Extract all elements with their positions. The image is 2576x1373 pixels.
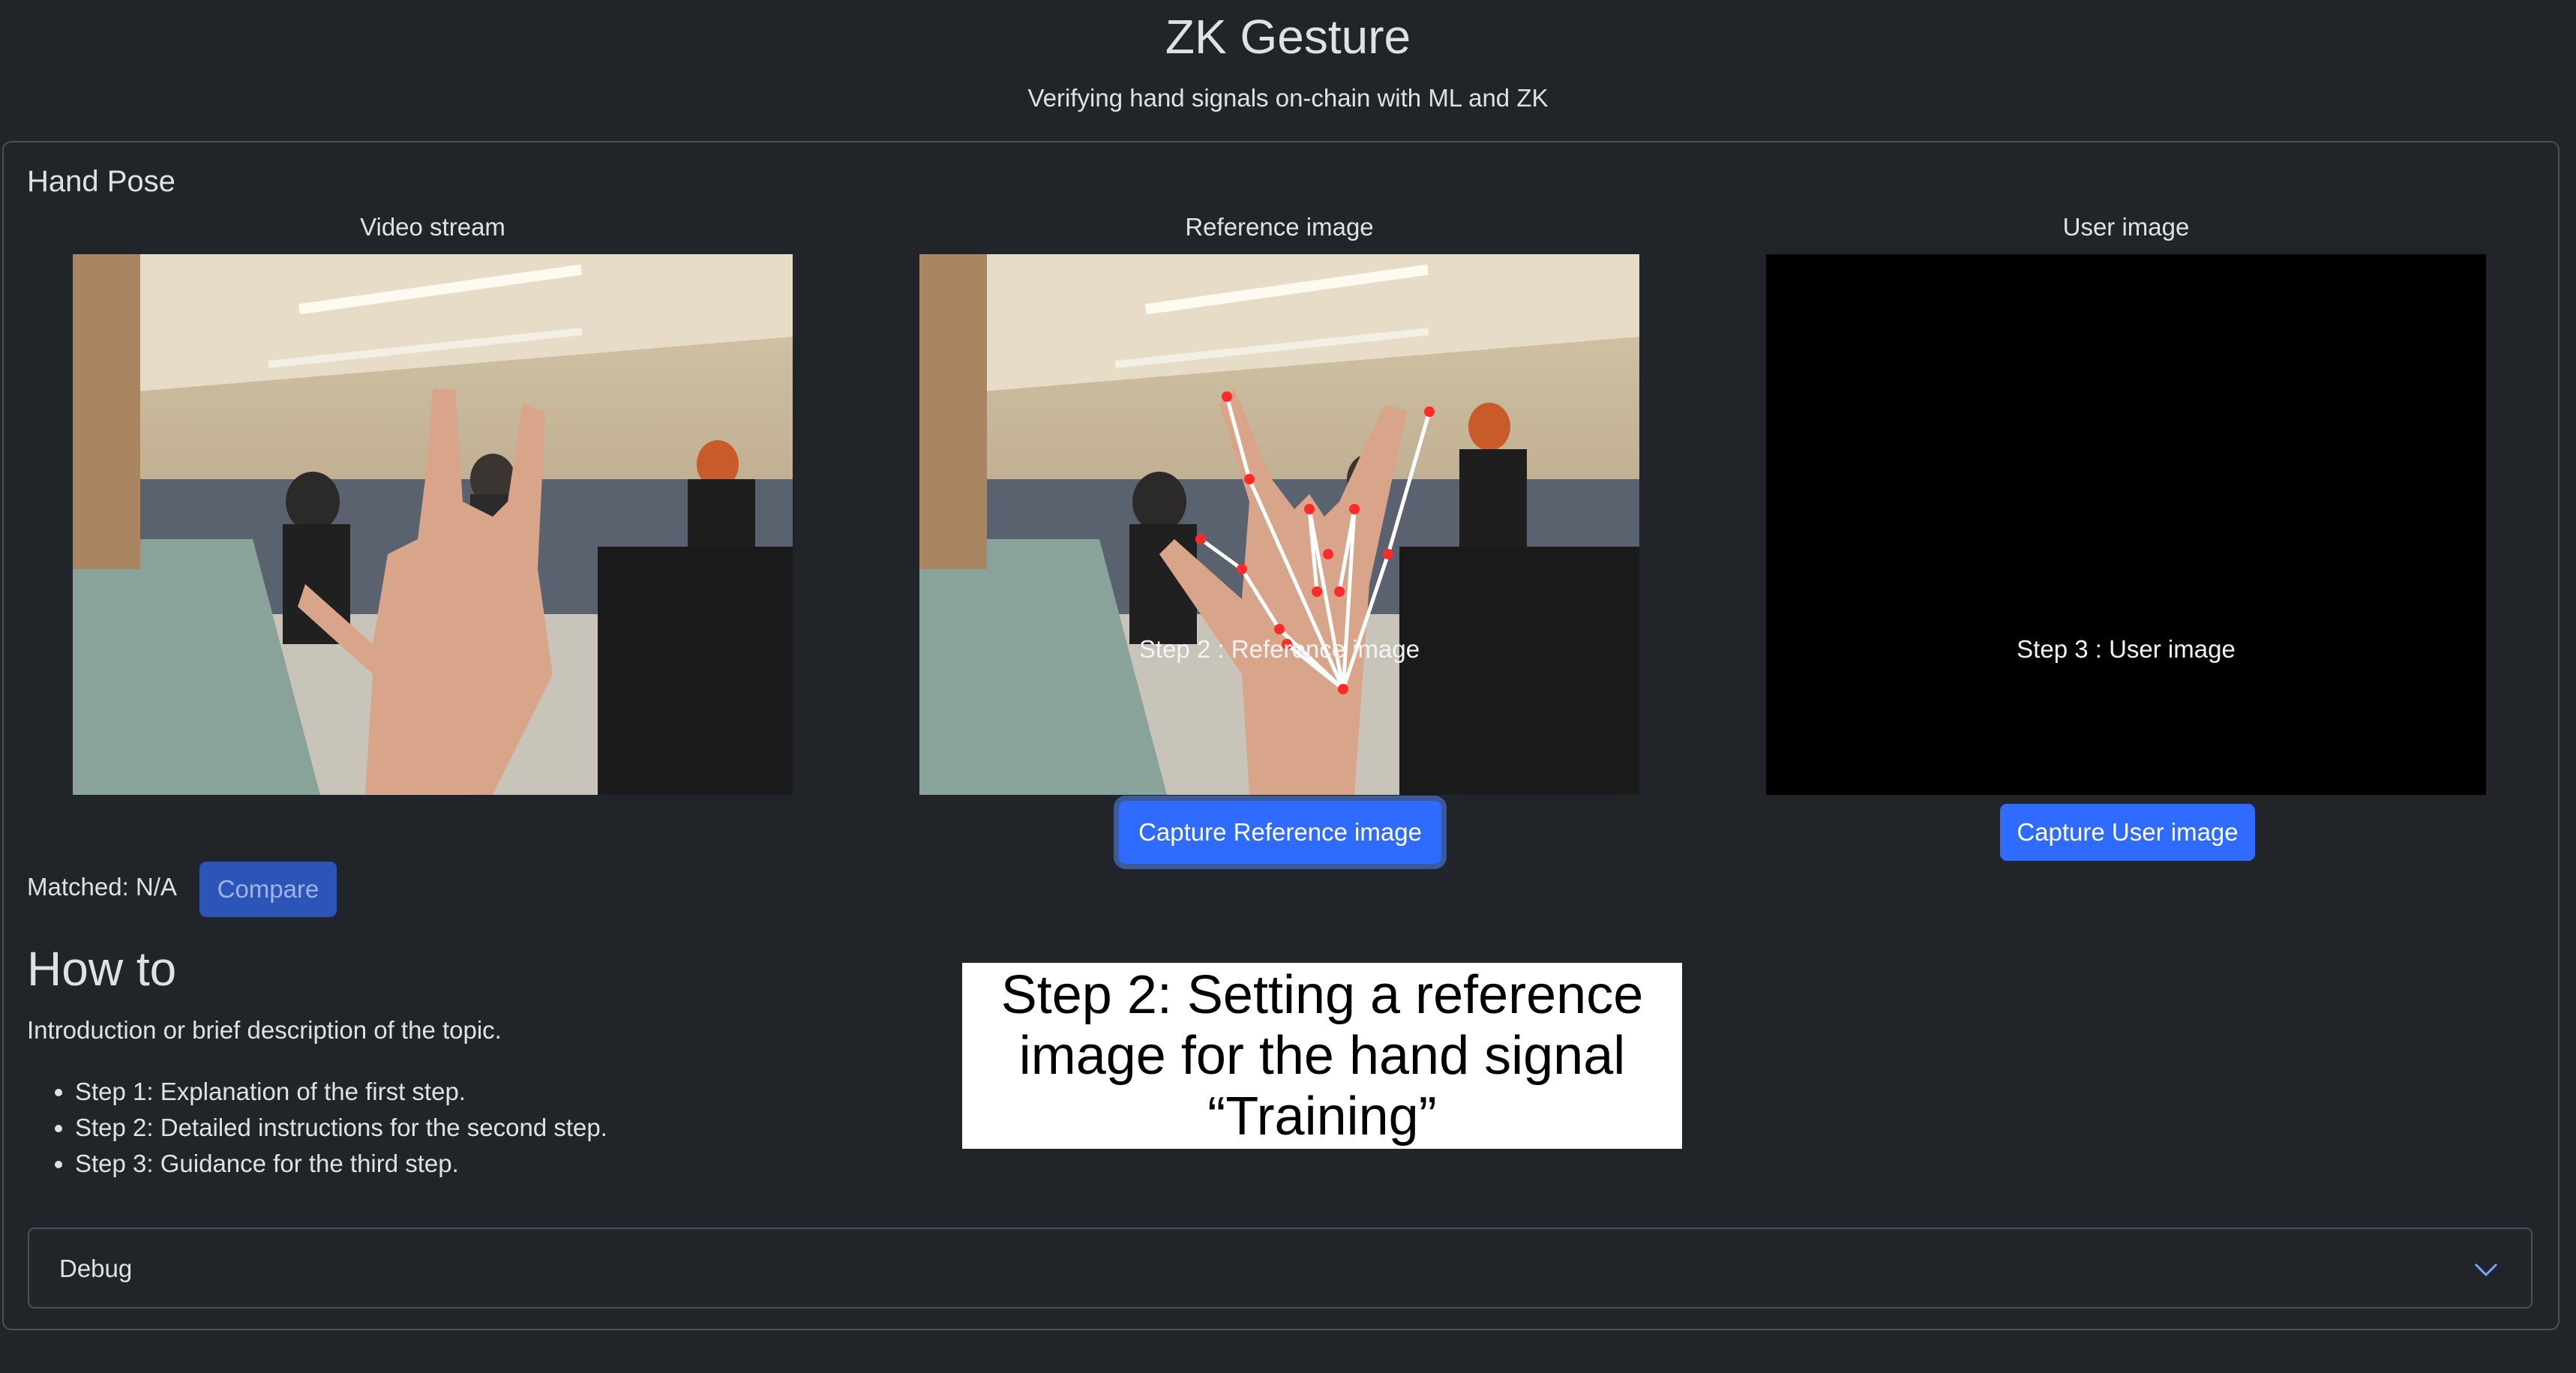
chevron-down-icon[interactable]: [2471, 1255, 2501, 1288]
video-stream-image: [73, 254, 793, 795]
reference-image-frame: Step 2 : Reference image: [919, 254, 1639, 795]
app-title: ZK Gesture: [1165, 10, 1411, 64]
howto-steps: Step 1: Explanation of the first step. S…: [27, 1074, 607, 1182]
app-subtitle: Verifying hand signals on-chain with ML …: [1027, 84, 1549, 112]
user-image-frame: Step 3 : User image: [1766, 254, 2486, 795]
reference-image-label: Reference image: [1185, 213, 1374, 241]
video-stream-label: Video stream: [360, 213, 505, 241]
user-image-label: User image: [2062, 213, 2190, 241]
list-item: Step 3: Guidance for the third step.: [75, 1146, 607, 1182]
video-stream-frame: [73, 254, 793, 795]
compare-button[interactable]: Compare: [199, 862, 337, 917]
list-item: Step 2: Detailed instructions for the se…: [75, 1110, 607, 1146]
reference-image-caption: Step 2 : Reference image: [1138, 635, 1420, 663]
step-instruction-line: image for the hand signal: [1018, 1025, 1626, 1086]
card-title: Hand Pose: [27, 165, 175, 198]
user-image-caption: Step 3 : User image: [2017, 635, 2236, 663]
step-instruction-line: Step 2: Setting a reference: [1000, 964, 1644, 1025]
howto-title: How to: [27, 942, 177, 996]
howto-intro: Introduction or brief description of the…: [27, 1016, 502, 1044]
step-instruction-line: “Training”: [1207, 1086, 1437, 1147]
matched-status: Matched: N/A: [27, 873, 177, 901]
step-instruction-box: Step 2: Setting a reference image for th…: [962, 963, 1682, 1149]
capture-user-button[interactable]: Capture User image: [2000, 804, 2255, 861]
debug-accordion[interactable]: Debug: [28, 1228, 2533, 1309]
reference-image: [919, 254, 1639, 795]
debug-label: Debug: [59, 1255, 133, 1282]
list-item: Step 1: Explanation of the first step.: [75, 1074, 607, 1110]
capture-reference-button[interactable]: Capture Reference image: [1119, 801, 1441, 864]
